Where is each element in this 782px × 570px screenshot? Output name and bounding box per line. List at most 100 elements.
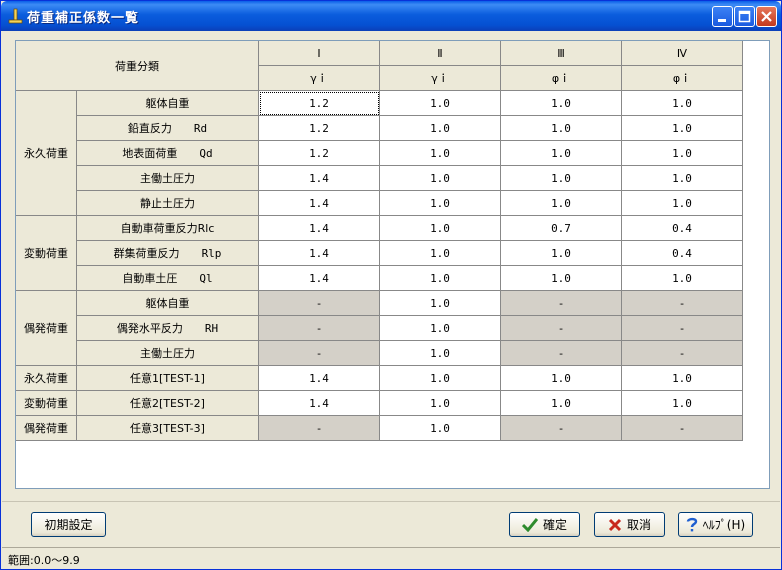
row-name: 鉛直反力 [127,122,172,135]
value-cell[interactable]: 0.4 [622,241,743,266]
value-cell[interactable]: 0.4 [622,216,743,241]
value-cell[interactable]: 1.0 [380,291,501,316]
value-cell[interactable]: 1.0 [380,416,501,441]
value-cell-text: 1.4 [309,221,329,235]
group-label: 変動荷重 [16,216,77,291]
value-cell[interactable]: 1.2 [259,116,380,141]
value-cell-text: 1.2 [309,121,329,135]
row-label: 任意1[TEST-1] [77,366,259,391]
value-cell[interactable]: 1.4 [259,191,380,216]
value-cell[interactable]: 1.0 [501,241,622,266]
value-cell[interactable]: 1.0 [380,316,501,341]
value-cell[interactable]: 1.0 [622,116,743,141]
column-header-2-text: Ⅱ [437,46,443,60]
value-cell-text: 1.0 [430,371,450,385]
title-bar[interactable]: 荷重補正係数一覧 [1,1,781,31]
value-cell[interactable]: 1.0 [501,391,622,416]
value-cell[interactable]: 1.0 [622,266,743,291]
value-cell[interactable]: 1.0 [380,366,501,391]
value-cell[interactable]: 1.0 [622,366,743,391]
value-cell[interactable]: 1.4 [259,391,380,416]
column-symbol-2: γｉ [380,66,501,91]
value-cell[interactable]: 1.0 [622,141,743,166]
value-cell-text: 1.0 [672,96,692,110]
value-cell[interactable]: 1.0 [622,391,743,416]
value-cell[interactable]: 1.0 [380,91,501,116]
value-cell-text: 1.4 [309,271,329,285]
row-name: 躯体自重 [145,297,190,310]
ok-button[interactable]: 確定 [509,512,580,537]
value-cell[interactable]: 1.0 [622,166,743,191]
value-cell-text: - [678,321,686,335]
row-symbol: Ql [199,271,213,285]
row-name: 地表面荷重 [122,147,178,160]
value-cell-text: 1.4 [309,396,329,410]
value-cell[interactable]: 1.0 [622,191,743,216]
value-cell[interactable]: 1.0 [380,166,501,191]
row-symbol: Rlp [201,246,222,260]
value-cell-text: 1.0 [430,196,450,210]
value-cell[interactable]: 1.0 [380,391,501,416]
close-button[interactable] [756,6,777,27]
value-cell[interactable]: 1.2 [259,91,380,116]
app-icon [7,8,23,24]
row-name: 主働土圧力 [140,347,195,360]
value-cell[interactable]: 1.0 [622,91,743,116]
value-cell[interactable]: 1.0 [501,116,622,141]
value-cell: - [259,416,380,441]
value-cell[interactable]: 1.0 [380,341,501,366]
value-cell[interactable]: 1.2 [259,141,380,166]
minimize-button[interactable] [712,6,733,27]
row-name: 自動車土圧 [122,272,178,285]
value-cell-text: 1.0 [551,396,571,410]
value-cell[interactable]: 1.4 [259,166,380,191]
value-cell-text: 1.0 [430,321,450,335]
row-label: 地表面荷重 Qd [77,141,259,166]
value-cell[interactable]: 1.0 [501,141,622,166]
value-cell-text: 1.0 [551,146,571,160]
value-cell[interactable]: 1.0 [380,191,501,216]
value-cell[interactable]: 1.0 [501,91,622,116]
maximize-button[interactable] [734,6,755,27]
help-button[interactable]: ﾍﾙﾌﾟ(H) [678,512,753,537]
value-cell[interactable]: 1.0 [380,141,501,166]
value-cell[interactable]: 1.0 [380,216,501,241]
value-cell: - [501,291,622,316]
value-cell[interactable]: 0.7 [501,216,622,241]
value-cell[interactable]: 1.0 [501,366,622,391]
column-header-3: Ⅲ [501,41,622,66]
value-cell[interactable]: 1.0 [501,166,622,191]
value-cell[interactable]: 1.0 [380,241,501,266]
value-cell: - [501,341,622,366]
status-bar: 範囲:0.0～9.9 [2,547,780,569]
column-header-2: Ⅱ [380,41,501,66]
value-cell[interactable]: 1.4 [259,216,380,241]
value-cell-text: - [315,296,323,310]
value-cell-text: 1.0 [430,346,450,360]
value-cell[interactable]: 1.4 [259,266,380,291]
row-name: 躯体自重 [145,97,190,110]
category-header-text: 荷重分類 [115,59,159,73]
row-label: 任意3[TEST-3] [77,416,259,441]
cancel-button[interactable]: 取消 [594,512,665,537]
value-cell: - [622,291,743,316]
row-label: 躯体自重 [77,291,259,316]
row-name: 静止土圧力 [140,197,195,210]
value-cell: - [501,316,622,341]
x-icon [608,518,622,531]
value-cell-text: 1.0 [551,171,571,185]
init-settings-button[interactable]: 初期設定 [31,512,106,537]
coefficient-grid[interactable]: 荷重分類 Ⅰγｉ Ⅱγｉ Ⅲφｉ Ⅳφｉ 永久荷重 躯体自重 1.2 1.0 1.0 1.0 鉛直反力… [15,40,770,489]
value-cell[interactable]: 1.0 [501,266,622,291]
value-cell[interactable]: 1.0 [380,266,501,291]
value-cell[interactable]: 1.0 [501,191,622,216]
value-cell-text: 1.0 [551,371,571,385]
value-cell-text: - [678,421,686,435]
value-cell-text: - [557,296,565,310]
value-cell[interactable]: 1.0 [380,116,501,141]
init-settings-label: 初期設定 [44,518,93,532]
value-cell-text: - [557,346,565,360]
value-cell[interactable]: 1.4 [259,241,380,266]
value-cell-text: 0.4 [672,246,692,260]
value-cell[interactable]: 1.4 [259,366,380,391]
